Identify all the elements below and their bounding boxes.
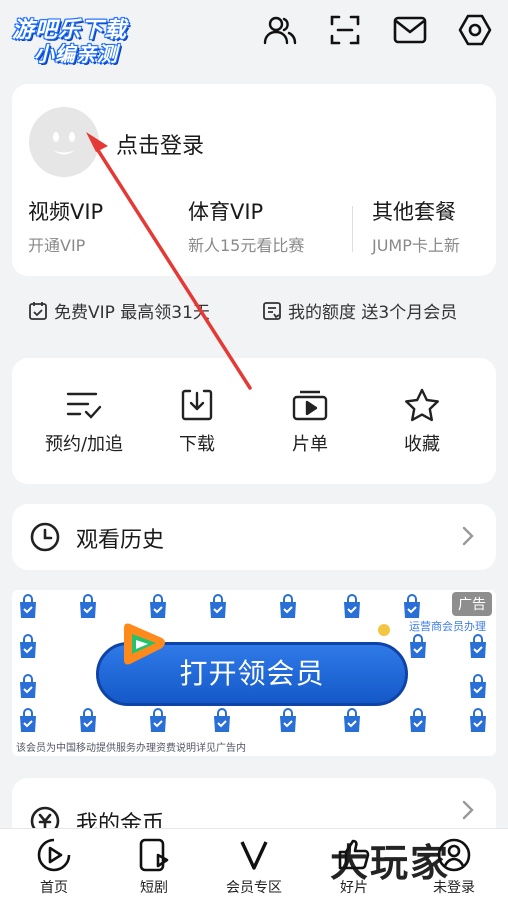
quota-icon bbox=[263, 301, 281, 320]
action-playlist[interactable]: 片单 bbox=[260, 386, 360, 456]
promo-quota[interactable]: 我的额度 送3个月会员 bbox=[262, 298, 457, 323]
chevron-right-icon bbox=[462, 526, 474, 550]
download-icon bbox=[147, 386, 247, 424]
ad-corner-text: 运营商会员办理 bbox=[409, 620, 486, 633]
vip-option-sports[interactable]: 体育VIP 新人15元看比赛 bbox=[188, 196, 304, 256]
login-card: 点击登录 视频VIP 开通VIP 体育VIP 新人15元看比赛 其他套餐 JUM… bbox=[12, 84, 496, 276]
vip-option-video[interactable]: 视频VIP 开通VIP bbox=[28, 196, 103, 256]
mail-icon[interactable] bbox=[392, 12, 428, 48]
chevron-right-icon bbox=[462, 800, 474, 824]
promo-row: 免费VIP 最高领31天 我的额度 送3个月会员 bbox=[28, 298, 488, 326]
nav-label: 首页 bbox=[40, 880, 68, 896]
ad-banner[interactable]: 广告 运营商会员办理 打开领会员 该会员为中国移动提供服务办理资费说明详见广告内 bbox=[12, 590, 496, 756]
action-label: 预约/加追 bbox=[44, 434, 124, 455]
scan-icon[interactable] bbox=[327, 12, 363, 48]
vip-option-title: 视频VIP bbox=[28, 200, 104, 224]
action-label: 收藏 bbox=[404, 434, 440, 455]
action-reserve[interactable]: 预约/加追 bbox=[34, 386, 134, 456]
watermark-logo: 游吧乐下载 小编亲测 bbox=[12, 8, 152, 66]
vip-option-subtitle: 开通VIP bbox=[28, 236, 86, 255]
play-logo-icon bbox=[118, 618, 170, 670]
actions-card: 预约/加追 下载 片单 收藏 bbox=[12, 358, 496, 484]
ad-tag[interactable]: 广告 bbox=[452, 592, 492, 616]
calendar-check-icon bbox=[29, 301, 47, 320]
action-label: 片单 bbox=[292, 434, 328, 455]
short-drama-icon bbox=[109, 835, 199, 875]
history-label: 观看历史 bbox=[76, 528, 165, 553]
promo-text: 我的额度 送3个月会员 bbox=[288, 303, 458, 323]
action-favorite[interactable]: 收藏 bbox=[372, 386, 472, 456]
vip-option-title: 其他套餐 bbox=[372, 200, 456, 224]
history-row[interactable]: 观看历史 bbox=[12, 504, 496, 570]
star-icon bbox=[372, 386, 472, 424]
nav-label: 会员专区 bbox=[226, 880, 282, 896]
vip-option-other[interactable]: 其他套餐 JUMP卡上新 bbox=[372, 196, 460, 256]
divider bbox=[352, 206, 353, 252]
nav-short-drama[interactable]: 短剧 bbox=[109, 835, 199, 897]
nav-vip-zone[interactable]: 会员专区 bbox=[209, 835, 299, 897]
watermark-overlay: 大玩家 bbox=[330, 841, 451, 885]
vip-v-icon bbox=[209, 835, 299, 875]
action-download[interactable]: 下载 bbox=[147, 386, 247, 456]
top-bar: 游吧乐下载 小编亲测 bbox=[0, 0, 508, 76]
promo-text: 免费VIP 最高领31天 bbox=[54, 303, 210, 323]
settings-icon[interactable] bbox=[457, 12, 493, 48]
playlist-icon bbox=[260, 386, 360, 424]
vip-option-subtitle: JUMP卡上新 bbox=[372, 236, 460, 255]
nav-label: 短剧 bbox=[140, 880, 168, 896]
list-check-icon bbox=[34, 386, 134, 424]
action-label: 下载 bbox=[179, 434, 215, 455]
avatar[interactable] bbox=[29, 107, 99, 177]
clock-icon bbox=[30, 522, 60, 556]
vip-option-subtitle: 新人15元看比赛 bbox=[188, 236, 305, 255]
friends-icon[interactable] bbox=[262, 12, 298, 48]
promo-free-vip[interactable]: 免费VIP 最高领31天 bbox=[28, 298, 210, 323]
nav-home[interactable]: 首页 bbox=[9, 835, 99, 897]
home-play-icon bbox=[9, 835, 99, 875]
logo-line2: 小编亲测 bbox=[34, 42, 118, 66]
ad-disclaimer: 该会员为中国移动提供服务办理资费说明详见广告内 bbox=[16, 743, 246, 754]
vip-option-title: 体育VIP bbox=[188, 200, 264, 224]
login-prompt[interactable]: 点击登录 bbox=[116, 128, 204, 160]
